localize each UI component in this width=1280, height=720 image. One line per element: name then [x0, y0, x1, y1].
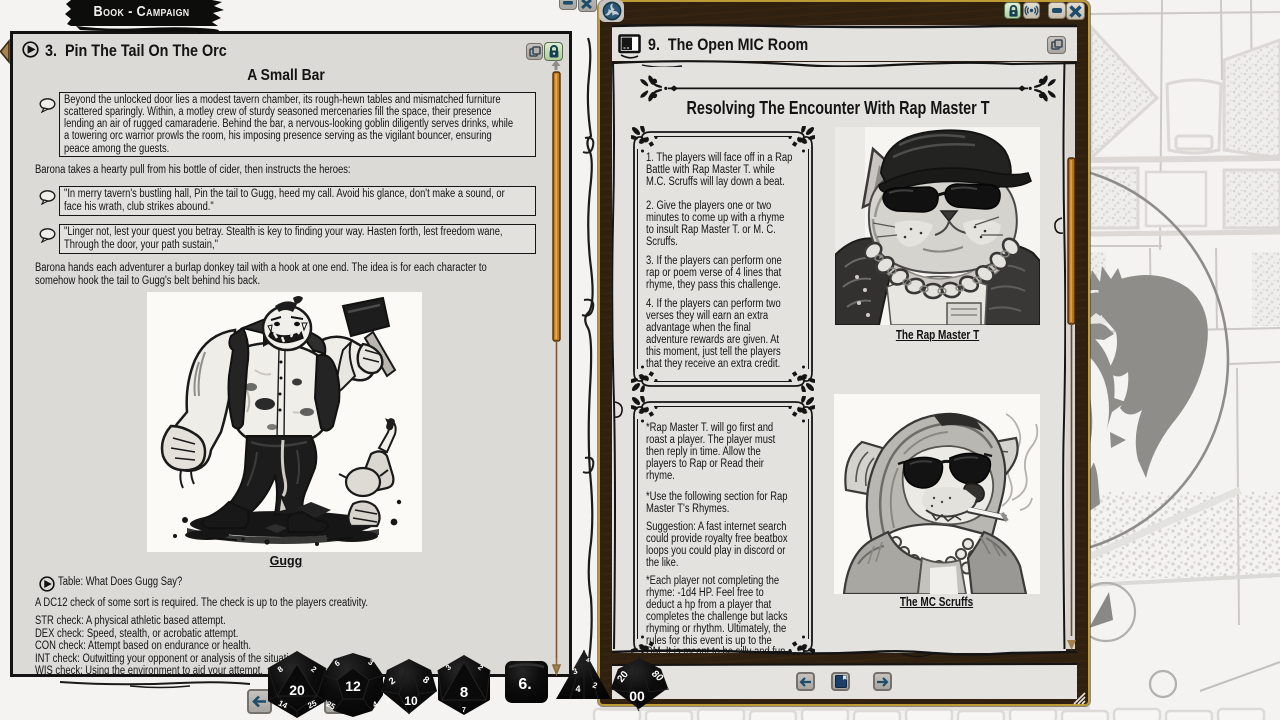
- svg-text:12: 12: [345, 678, 361, 694]
- svg-text:10: 10: [404, 694, 418, 708]
- svg-text:20: 20: [289, 682, 305, 698]
- svg-text:8: 8: [460, 684, 468, 701]
- svg-text:4: 4: [575, 684, 580, 694]
- svg-text:7: 7: [462, 707, 466, 714]
- svg-text:00: 00: [629, 688, 645, 704]
- svg-text:6.: 6.: [518, 676, 531, 693]
